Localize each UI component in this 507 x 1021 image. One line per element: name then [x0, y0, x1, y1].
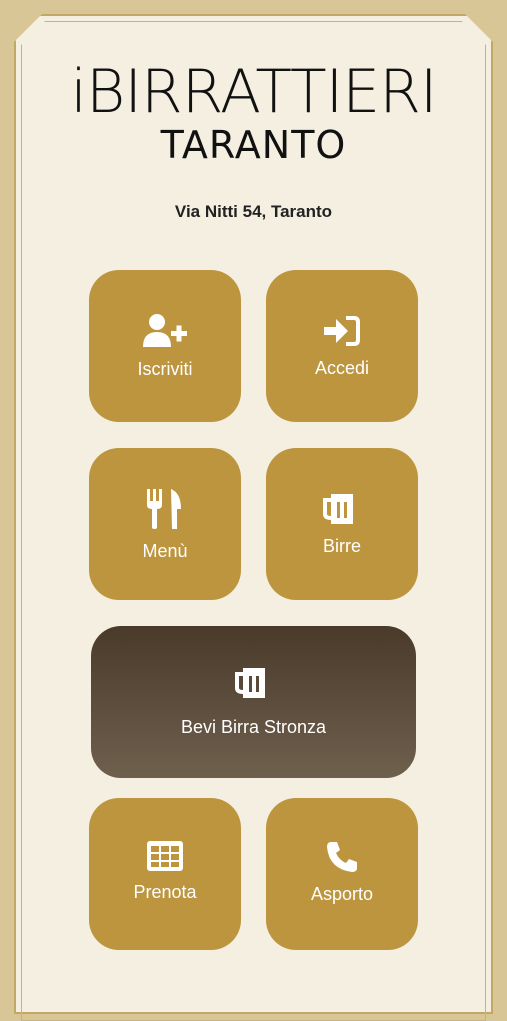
menu-button[interactable]: Menù [89, 448, 241, 600]
phone-icon [325, 840, 359, 874]
menu-label: Menù [142, 540, 188, 561]
asporto-button[interactable]: Asporto [266, 798, 418, 950]
calendar-grid-icon [146, 840, 184, 872]
accedi-button[interactable]: Accedi [266, 270, 418, 422]
address: Via Nitti 54, Taranto [174, 202, 333, 221]
beer-mug-icon [234, 666, 273, 705]
user-plus-icon [141, 313, 189, 349]
birre-button[interactable]: Birre [266, 448, 418, 600]
brand-logo: iBIRRATTIERI [70, 57, 437, 127]
bevi-label: Bevi Birra Stronza [180, 717, 327, 737]
utensils-icon [145, 487, 185, 531]
iscriviti-button[interactable]: Iscriviti [89, 270, 241, 422]
asporto-label: Asporto [310, 884, 374, 904]
accedi-label: Accedi [314, 357, 370, 378]
birre-label: Birre [322, 535, 361, 556]
sign-in-icon [322, 314, 362, 348]
beer-mug-icon [323, 492, 361, 526]
brand-city: TARANTO [160, 123, 347, 167]
iscriviti-label: Iscriviti [137, 358, 193, 379]
bevi-birra-stronza-button[interactable]: Bevi Birra Stronza [91, 626, 416, 778]
prenota-button[interactable]: Prenota [89, 798, 241, 950]
